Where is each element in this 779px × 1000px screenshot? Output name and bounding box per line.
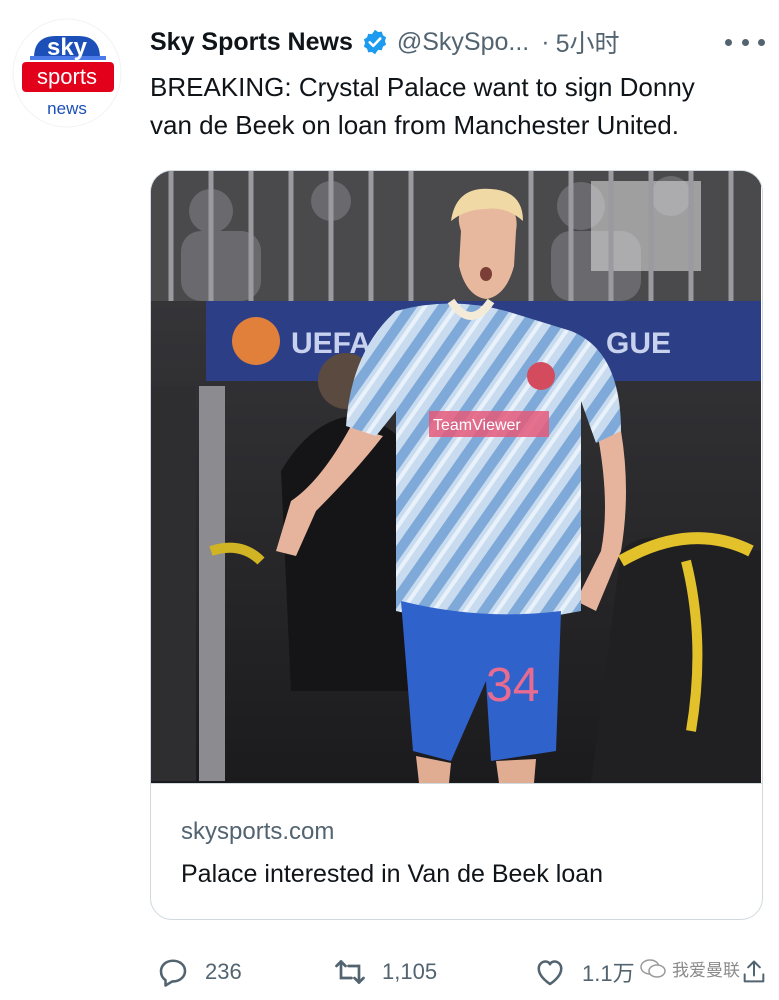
card-title: Palace interested in Van de Beek loan	[181, 860, 604, 888]
logo-sky-text: sky	[47, 34, 88, 61]
account-name[interactable]: Sky Sports News	[150, 28, 353, 57]
retweet-count: 1,105	[382, 959, 438, 984]
shorts-number-text: 34	[486, 659, 539, 712]
retweet-button[interactable]: 1,105	[332, 948, 437, 996]
account-handle[interactable]: @SkySpo...	[397, 28, 529, 57]
link-card[interactable]: UEFA GUE TeamViewer 34 skysports.com Pal…	[150, 170, 763, 920]
logo-news-text: news	[47, 99, 87, 118]
more-options-icon[interactable]	[725, 28, 765, 56]
tweet-text-line-1: BREAKING: Crystal Palace want to sign Do…	[150, 72, 695, 102]
tweet-timestamp[interactable]: 5小时	[556, 24, 620, 60]
reply-icon	[159, 959, 187, 987]
like-button[interactable]: 1.1万	[532, 948, 635, 996]
heart-icon	[537, 960, 563, 986]
verified-badge-icon	[363, 29, 386, 55]
banner-uefa-text: UEFA	[291, 327, 371, 360]
card-image[interactable]: UEFA GUE TeamViewer 34	[151, 171, 761, 783]
like-count: 1.1万	[582, 961, 635, 986]
tweet-text-line-2: van de Beek on loan from Manchester Unit…	[150, 110, 679, 140]
reply-count: 236	[205, 959, 242, 984]
tweet-text: BREAKING: Crystal Palace want to sign Do…	[150, 68, 750, 144]
tweet-header: Sky Sports News @SkySpo... · 5小时	[150, 22, 759, 62]
watermark: 我爱曼联	[640, 956, 740, 981]
logo-sports-text: sports	[37, 64, 97, 89]
banner-right-text: GUE	[606, 327, 671, 360]
card-footer[interactable]: skysports.com Palace interested in Van d…	[151, 783, 762, 919]
shirt-sponsor-text: TeamViewer	[433, 417, 521, 434]
header-separator: ·	[541, 27, 550, 56]
share-button[interactable]	[740, 948, 779, 996]
reply-button[interactable]: 236	[155, 948, 242, 996]
card-domain: skysports.com	[181, 818, 335, 845]
retweet-icon	[335, 960, 365, 984]
share-icon	[743, 960, 765, 983]
wechat-icon	[640, 958, 666, 978]
account-avatar[interactable]: sky sports news	[12, 18, 122, 128]
watermark-text: 我爱曼联	[672, 961, 740, 980]
